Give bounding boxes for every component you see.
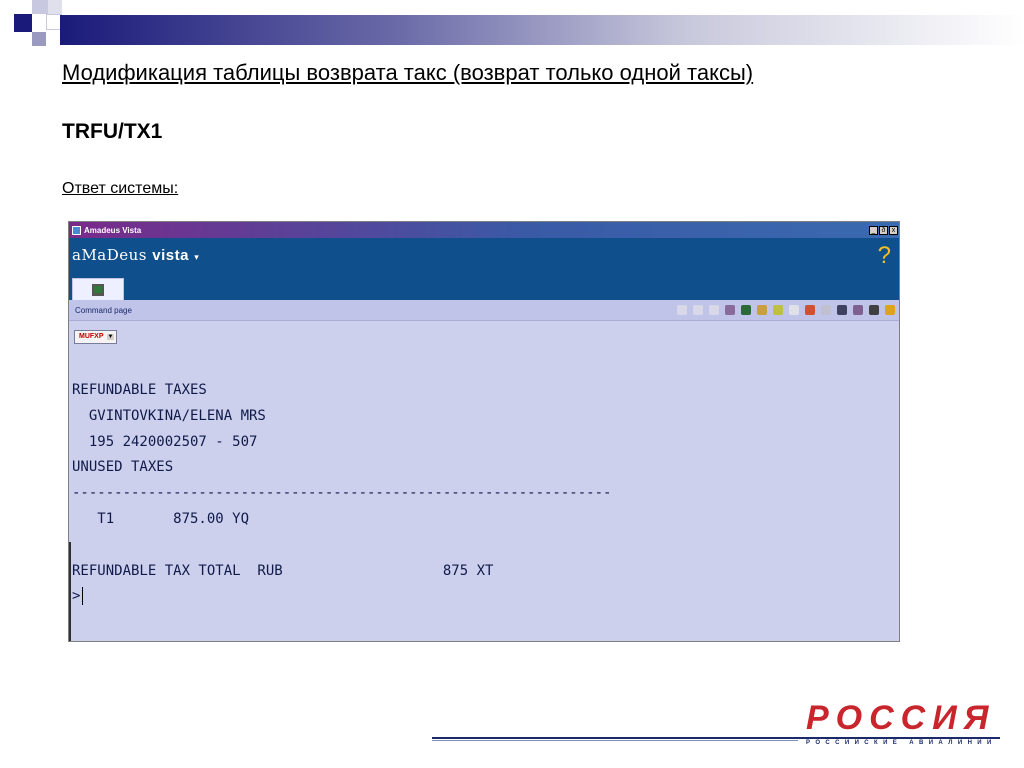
window-title: Amadeus Vista [84, 225, 142, 235]
cut-icon[interactable] [725, 305, 735, 315]
corner-square-navy [32, 32, 46, 46]
answer-label: Ответ системы: [62, 180, 179, 197]
terminal-line: UNUSED TAXES [72, 459, 174, 476]
slide-title: Модификация таблицы возврата такс (возвр… [62, 60, 754, 85]
toolbar [677, 305, 899, 315]
print-icon[interactable] [869, 305, 879, 315]
help-icon[interactable] [885, 305, 895, 315]
hold-icon[interactable] [677, 305, 687, 315]
help-button[interactable]: ? [878, 242, 891, 270]
app-icon [72, 225, 81, 235]
tab-command-page[interactable] [72, 278, 124, 300]
command-text: TRFU/TX1 [62, 120, 163, 143]
command-page-bar: Command page [69, 300, 899, 321]
office-select-value: MUFXP [79, 333, 104, 340]
chevron-down-icon: ▾ [194, 253, 200, 263]
brand-vista: vista [152, 247, 189, 264]
book-icon[interactable] [741, 305, 751, 315]
terminal-output[interactable]: REFUNDABLE TAXES GVINTOVKINA/ELENA MRS 1… [72, 378, 611, 610]
logo-rule-thin [432, 740, 798, 741]
terminal-line: GVINTOVKINA/ELENA MRS [72, 407, 266, 424]
marker-icon[interactable] [773, 305, 783, 315]
vista-header: aMaDeus vista ▾ ? [69, 238, 899, 300]
vista-brand-menu[interactable]: aMaDeus vista ▾ [72, 246, 199, 264]
note-icon[interactable] [821, 305, 831, 315]
terminal-line: > [72, 584, 611, 610]
amadeus-window: Amadeus Vista _ ð x aMaDeus vista ▾ ? Co… [68, 221, 900, 642]
logo-rule [432, 737, 1000, 739]
corner-square-light [32, 0, 48, 14]
terminal-line: REFUNDABLE TAX TOTAL RUB 875 XT [72, 562, 494, 579]
close-button[interactable]: x [889, 225, 898, 235]
play-icon[interactable] [693, 305, 703, 315]
tab-strip [69, 276, 899, 300]
rossiya-logo-subtitle: РОССИЙСКИЕ АВИАЛИНИИ [806, 740, 997, 746]
window-titlebar: Amadeus Vista _ ð x [69, 222, 899, 238]
edit-icon[interactable] [853, 305, 863, 315]
text-cursor [82, 587, 84, 606]
pen-icon[interactable] [757, 305, 767, 315]
minimize-button[interactable]: _ [869, 225, 878, 235]
office-select[interactable]: MUFXP ▼ [74, 329, 118, 344]
copy-icon[interactable] [837, 305, 847, 315]
monitor-icon [92, 283, 104, 296]
terminal-left-border [69, 542, 71, 641]
blank-icon[interactable] [789, 305, 799, 315]
restore-button[interactable]: ð [879, 225, 888, 235]
stop-icon[interactable] [709, 305, 719, 315]
office-row: MUFXP ▼ [69, 321, 899, 344]
terminal-line: T1 875.00 YQ [72, 510, 250, 527]
header-gradient-bar [60, 15, 1024, 45]
globe-icon[interactable] [805, 305, 815, 315]
terminal-line: 195 2420002507 - 507 [72, 433, 258, 450]
brand-amadeus: aMaDeus [72, 246, 153, 264]
corner-square-dark [14, 14, 32, 32]
terminal-line: ----------------------------------------… [72, 485, 612, 502]
terminal-line: REFUNDABLE TAXES [72, 382, 207, 398]
dropdown-arrow-icon: ▼ [106, 333, 115, 340]
rossiya-logo: РОССИЯ [806, 699, 996, 737]
command-page-label: Command page [75, 305, 132, 315]
